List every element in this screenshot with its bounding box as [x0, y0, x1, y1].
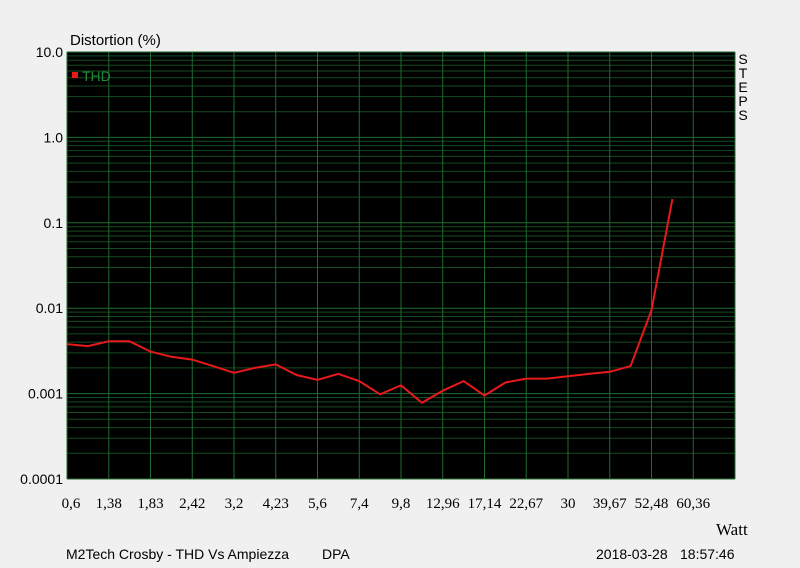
x-tick-label: 39,67 [593, 496, 627, 512]
steps-side-label: STEPS [738, 51, 747, 123]
y-tick-label: 0.001 [28, 386, 63, 402]
footer-date: 2018-03-28 [596, 546, 668, 562]
footer-time: 18:57:46 [680, 546, 735, 562]
legend-marker-thd [72, 72, 78, 78]
x-tick-label: 52,48 [635, 496, 669, 512]
y-tick-label: 10.0 [36, 44, 63, 60]
x-tick-label: 2,42 [179, 496, 205, 512]
x-tick-label: 17,14 [468, 496, 502, 512]
legend-label-thd: THD [82, 68, 111, 84]
x-axis-label: Watt [716, 520, 748, 539]
x-tick-label: 3,2 [225, 496, 244, 512]
x-tick-label: 1,38 [96, 496, 122, 512]
y-tick-label: 0.01 [36, 300, 63, 316]
x-tick-label: 5,6 [308, 496, 327, 512]
x-tick-label: 0,6 [62, 496, 81, 512]
y-tick-label: 1.0 [44, 129, 64, 145]
thd-chart: Distortion (%) 0.0001 0.001 0.01 0.1 1.0 10.0… [20, 32, 748, 539]
x-tick-label: 30 [561, 496, 576, 512]
x-tick-label: 7,4 [350, 496, 369, 512]
y-axis-label: Distortion (%) [70, 32, 161, 49]
x-tick-label: 9,8 [392, 496, 411, 512]
footer-title: M2Tech Crosby - THD Vs Ampiezza [66, 546, 290, 562]
footer-software: DPA [322, 546, 350, 562]
x-tick-label: 12,96 [426, 496, 460, 512]
x-tick-label: 4,23 [263, 496, 289, 512]
x-tick-label: 60,36 [676, 496, 710, 512]
y-tick-label: 0.1 [44, 215, 64, 231]
side-letter: S [738, 107, 747, 123]
x-tick-labels: 0,6 1,38 1,83 2,42 3,2 4,23 5,6 7,4 9,8 12,96 17,1… [62, 496, 711, 512]
y-tick-label: 0.0001 [20, 471, 63, 487]
x-tick-label: 1,83 [137, 496, 163, 512]
x-tick-label: 22,67 [509, 496, 543, 512]
y-tick-labels: 0.0001 0.001 0.01 0.1 1.0 10.0 [20, 44, 63, 487]
